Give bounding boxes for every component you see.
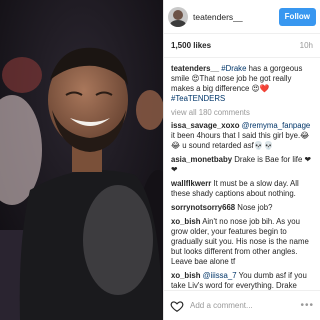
comment-item: wallflkwerr It must be a slow day. All t… [171,179,313,199]
comment-mention[interactable]: @remyma_fanpage [242,121,311,130]
add-comment-bar: Add a comment... ••• [164,290,320,320]
caption-username[interactable]: teatenders__ [171,64,219,73]
instagram-post-frame: teatenders__ Follow 1,500 likes 10h teat… [0,0,320,320]
comments-list: teatenders__ #Drake has a gorgeous smile… [164,58,320,290]
comment-mention[interactable]: @iiissa_7 [203,271,237,280]
comment-username[interactable]: issa_savage_xoxo [171,121,240,130]
caption-hashtag-2[interactable]: #TeaTENDERS [171,94,225,103]
caption: teatenders__ #Drake has a gorgeous smile… [171,64,313,104]
likes-count[interactable]: 1,500 likes [171,41,211,50]
comment-username[interactable]: asia_monetbaby [171,155,232,164]
heart-icon[interactable] [170,299,184,313]
comment-item: sorrynotsorry668 Nose job? [171,203,313,213]
caption-hashtag[interactable]: #Drake [221,64,246,73]
post-header: teatenders__ Follow [164,0,320,34]
post-panel: teatenders__ Follow 1,500 likes 10h teat… [163,0,320,320]
comment-username[interactable]: sorrynotsorry668 [171,203,235,212]
photo-illustration [0,0,163,320]
comment-item: xo_bish @iiissa_7 You dumb asf if you ta… [171,271,313,290]
post-stats: 1,500 likes 10h [164,34,320,58]
more-options-icon[interactable]: ••• [300,300,314,311]
post-timestamp[interactable]: 10h [300,41,313,50]
post-username[interactable]: teatenders__ [193,12,279,22]
follow-button[interactable]: Follow [278,7,316,26]
comment-item: xo_bish Ain't no nose job bih. As you gr… [171,217,313,267]
comment-item: issa_savage_xoxo @remyma_fanpage it been… [171,121,313,151]
comment-username[interactable]: xo_bish [171,271,200,280]
avatar[interactable] [168,6,188,27]
post-photo[interactable] [0,0,163,320]
view-all-comments-link[interactable]: view all 180 comments [171,108,313,117]
comment-text: it been 4hours that I said this girl bye… [171,131,310,150]
comment-username[interactable]: wallflkwerr [171,179,211,188]
comment-item: asia_monetbaby Drake is Bae for life ❤❤ [171,155,313,175]
comment-username[interactable]: xo_bish [171,217,200,226]
add-comment-input[interactable]: Add a comment... [190,301,300,310]
comment-text: Nose job? [235,203,273,212]
